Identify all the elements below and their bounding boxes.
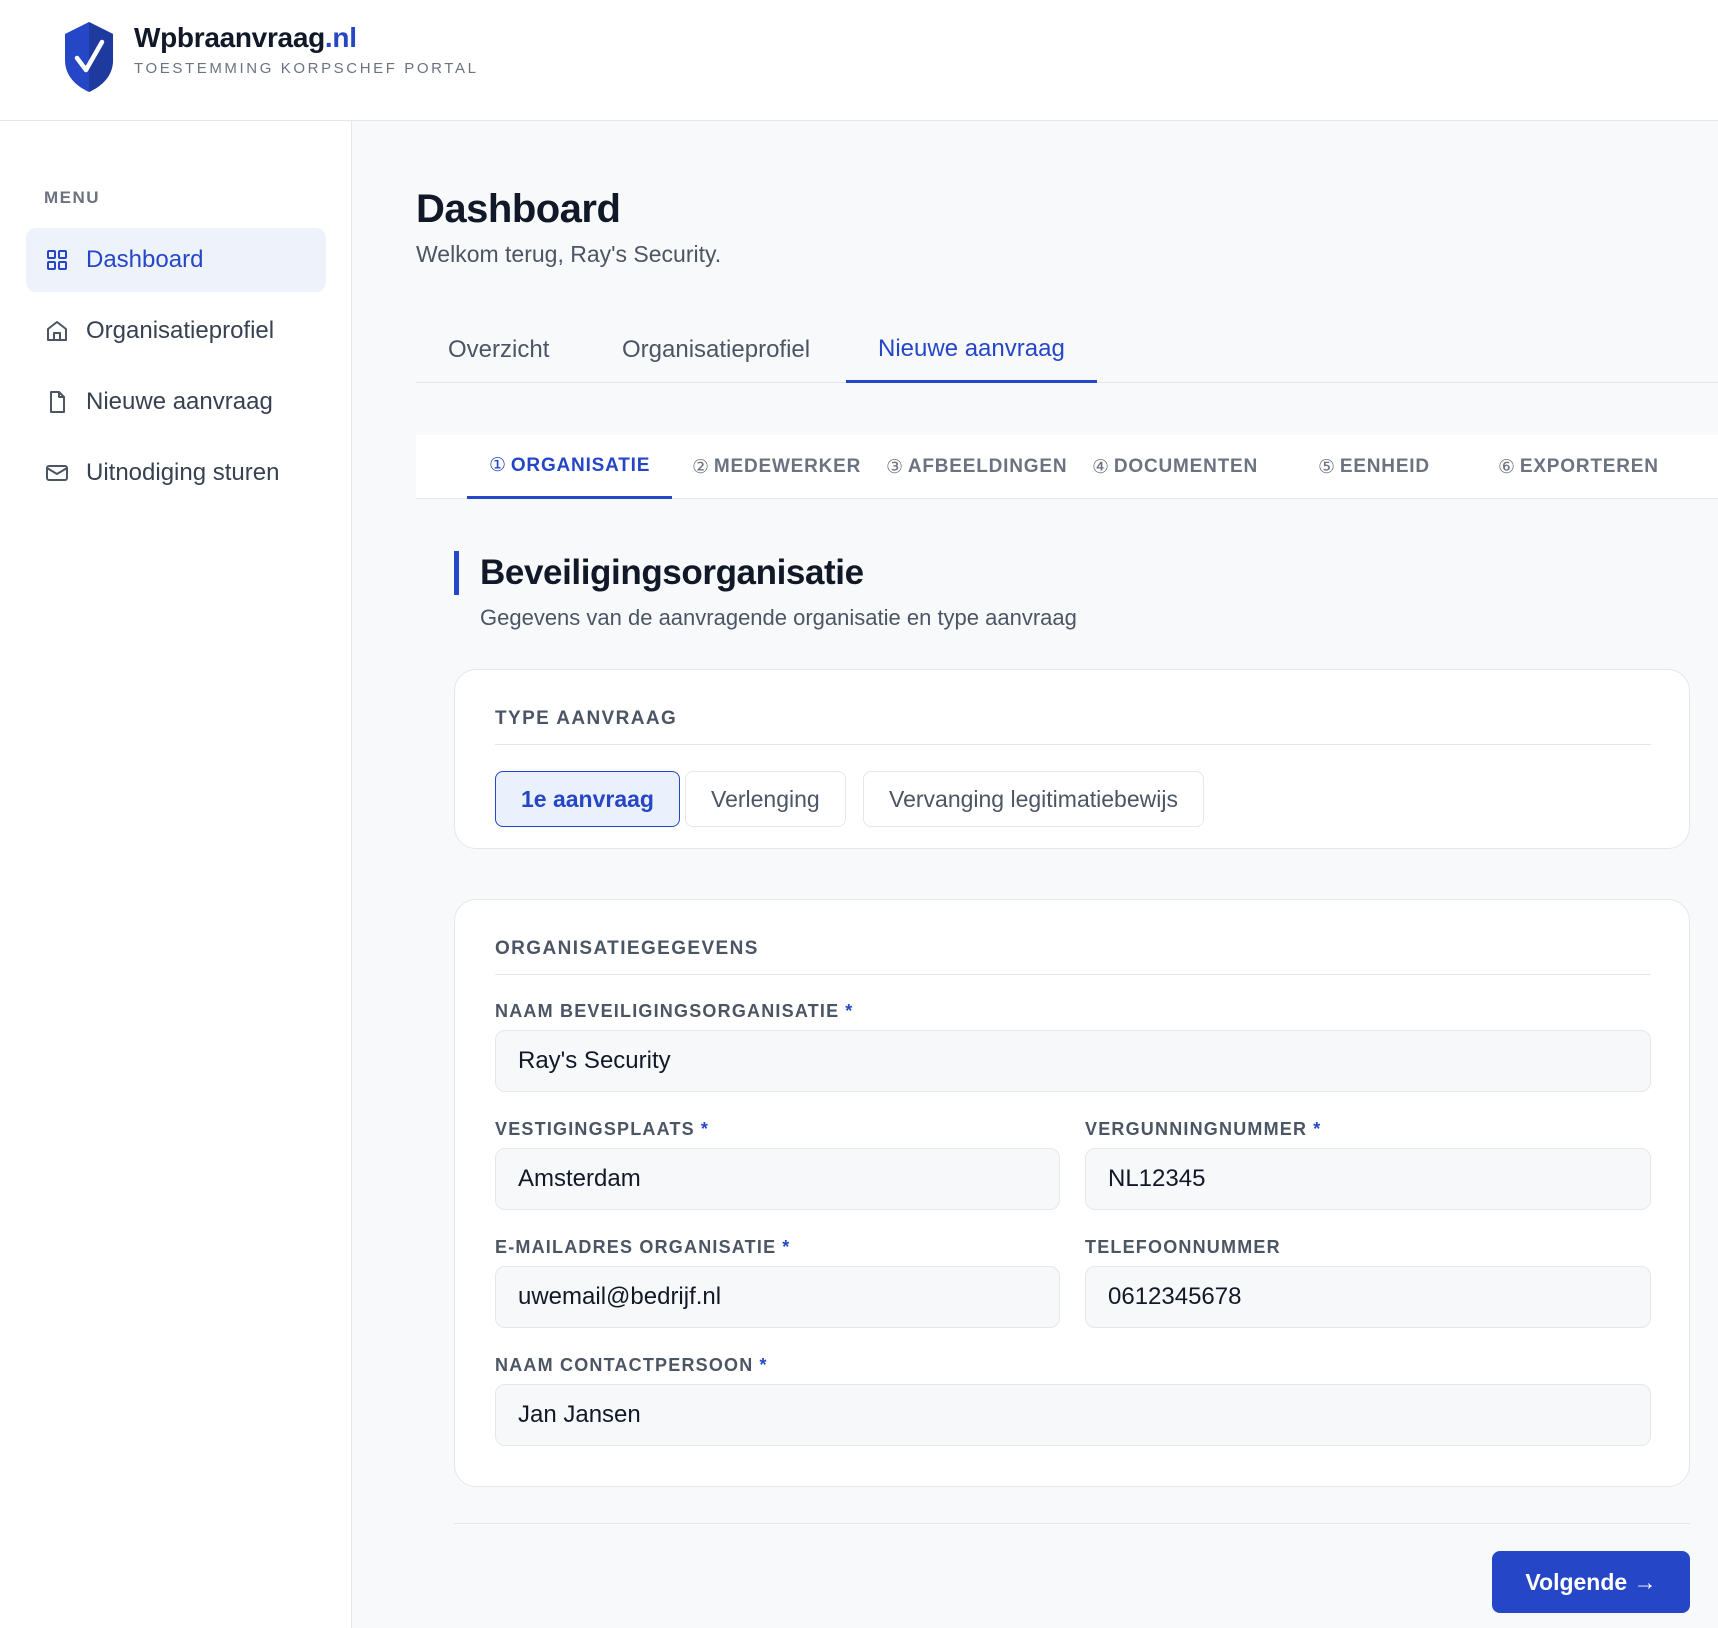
vergunningnummer-label: VERGUNNINGNUMMER *	[1085, 1119, 1321, 1140]
brand-tld: .nl	[324, 22, 357, 53]
contactpersoon-label: NAAM CONTACTPERSOON *	[495, 1355, 768, 1376]
step-number: ⑥	[1498, 456, 1516, 478]
naam-organisatie-input[interactable]	[495, 1030, 1651, 1092]
sidebar-item-label: Dashboard	[86, 246, 204, 273]
top-bar: Wpbraanvraag.nl TOESTEMMING KORPSCHEF PO…	[0, 0, 1718, 121]
wizard-steps: ① ORGANISATIE ② MEDEWERKER ③ AFBEELDINGE…	[416, 435, 1718, 499]
contactpersoon-input[interactable]	[495, 1384, 1651, 1446]
home-icon	[44, 318, 70, 344]
card-heading: ORGANISATIEGEGEVENS	[495, 938, 759, 959]
mail-icon	[44, 460, 70, 486]
main-content: Dashboard Welkom terug, Ray's Security. …	[352, 121, 1718, 1628]
option-1e-aanvraag[interactable]: 1e aanvraag	[495, 771, 680, 827]
brand-subtitle: TOESTEMMING KORPSCHEF PORTAL	[134, 60, 479, 77]
sidebar-item-label: Uitnodiging sturen	[86, 459, 280, 486]
step-number: ①	[489, 455, 507, 476]
email-organisatie-input[interactable]	[495, 1266, 1060, 1328]
sidebar-item-nieuwe-aanvraag[interactable]: Nieuwe aanvraag	[26, 370, 326, 434]
telefoonnummer-label: TELEFOONNUMMER	[1085, 1237, 1281, 1258]
card-divider	[495, 744, 1651, 745]
label-text: E-MAILADRES ORGANISATIE	[495, 1237, 777, 1257]
footer-divider	[454, 1523, 1690, 1524]
required-asterisk: *	[845, 1001, 854, 1021]
naam-organisatie-label: NAAM BEVEILIGINGSORGANISATIE *	[495, 1001, 854, 1022]
step-exporteren[interactable]: ⑥ EXPORTEREN	[1498, 435, 1659, 499]
brand-name[interactable]: Wpbraanvraag.nl	[134, 22, 357, 54]
tab-overzicht[interactable]: Overzicht	[416, 317, 581, 382]
step-label: AFBEELDINGEN	[907, 456, 1068, 477]
required-asterisk: *	[700, 1119, 710, 1139]
label-text: NAAM CONTACTPERSOON	[495, 1355, 754, 1375]
step-label: EXPORTEREN	[1519, 456, 1659, 477]
tab-organisatieprofiel[interactable]: Organisatieprofiel	[590, 317, 842, 382]
tab-nieuwe-aanvraag[interactable]: Nieuwe aanvraag	[846, 317, 1097, 383]
vergunningnummer-input[interactable]	[1085, 1148, 1651, 1210]
step-label: MEDEWERKER	[713, 456, 862, 477]
option-verlenging[interactable]: Verlenging	[685, 771, 846, 827]
sidebar-item-dashboard[interactable]: Dashboard	[26, 228, 326, 292]
section-subtitle: Gegevens van de aanvragende organisatie …	[480, 605, 1077, 630]
step-medewerker[interactable]: ② MEDEWERKER	[692, 435, 861, 499]
page-subtitle: Welkom terug, Ray's Security.	[416, 241, 722, 267]
grid-icon	[44, 247, 70, 273]
next-button[interactable]: Volgende →	[1492, 1551, 1690, 1613]
telefoonnummer-input[interactable]	[1085, 1266, 1651, 1328]
step-documenten[interactable]: ④ DOCUMENTEN	[1092, 435, 1258, 499]
label-text: NAAM BEVEILIGINGSORGANISATIE	[495, 1001, 840, 1021]
required-asterisk: *	[1313, 1119, 1322, 1139]
step-organisatie[interactable]: ① ORGANISATIE	[467, 435, 673, 499]
step-label: ORGANISATIE	[510, 454, 651, 476]
sidebar: MENU Dashboard Organisatieprofiel Nieuwe…	[0, 121, 352, 1628]
sidebar-item-organisatieprofiel[interactable]: Organisatieprofiel	[26, 299, 326, 363]
shield-check-logo-icon[interactable]	[62, 20, 116, 94]
menu-label: MENU	[44, 188, 101, 207]
required-asterisk: *	[782, 1237, 791, 1257]
label-text: VERGUNNINGNUMMER	[1085, 1119, 1308, 1139]
step-number: ④	[1092, 456, 1110, 478]
step-afbeeldingen[interactable]: ③ AFBEELDINGEN	[886, 435, 1067, 499]
card-divider	[495, 974, 1651, 975]
step-label: DOCUMENTEN	[1113, 456, 1259, 477]
card-heading: TYPE AANVRAAG	[495, 708, 678, 729]
step-number: ③	[886, 456, 904, 478]
file-icon	[44, 389, 70, 415]
sidebar-item-uitnodiging-sturen[interactable]: Uitnodiging sturen	[26, 441, 326, 505]
organisatiegegevens-card: ORGANISATIEGEGEVENS NAAM BEVEILIGINGSORG…	[454, 899, 1690, 1487]
sidebar-item-label: Organisatieprofiel	[86, 317, 275, 344]
option-vervanging-legitimatiebewijs[interactable]: Vervanging legitimatiebewijs	[863, 771, 1204, 827]
step-number: ②	[692, 456, 710, 478]
vestigingsplaats-input[interactable]	[495, 1148, 1060, 1210]
section-title: Beveiligingsorganisatie	[480, 553, 864, 592]
sidebar-item-label: Nieuwe aanvraag	[86, 388, 273, 415]
step-number: ⑤	[1318, 456, 1336, 478]
type-aanvraag-card: TYPE AANVRAAG 1e aanvraag Verlenging Ver…	[454, 669, 1690, 849]
label-text: VESTIGINGSPLAATS	[495, 1119, 695, 1139]
label-text: TELEFOONNUMMER	[1085, 1237, 1281, 1257]
required-asterisk: *	[759, 1355, 768, 1375]
step-eenheid[interactable]: ⑤ EENHEID	[1318, 435, 1430, 499]
step-label: EENHEID	[1339, 456, 1430, 477]
brand-name-main: Wpbraanvraag	[134, 22, 325, 53]
vestigingsplaats-label: VESTIGINGSPLAATS *	[495, 1119, 709, 1140]
page-title: Dashboard	[416, 187, 621, 231]
email-organisatie-label: E-MAILADRES ORGANISATIE *	[495, 1237, 791, 1258]
section-accent-bar	[454, 551, 459, 595]
